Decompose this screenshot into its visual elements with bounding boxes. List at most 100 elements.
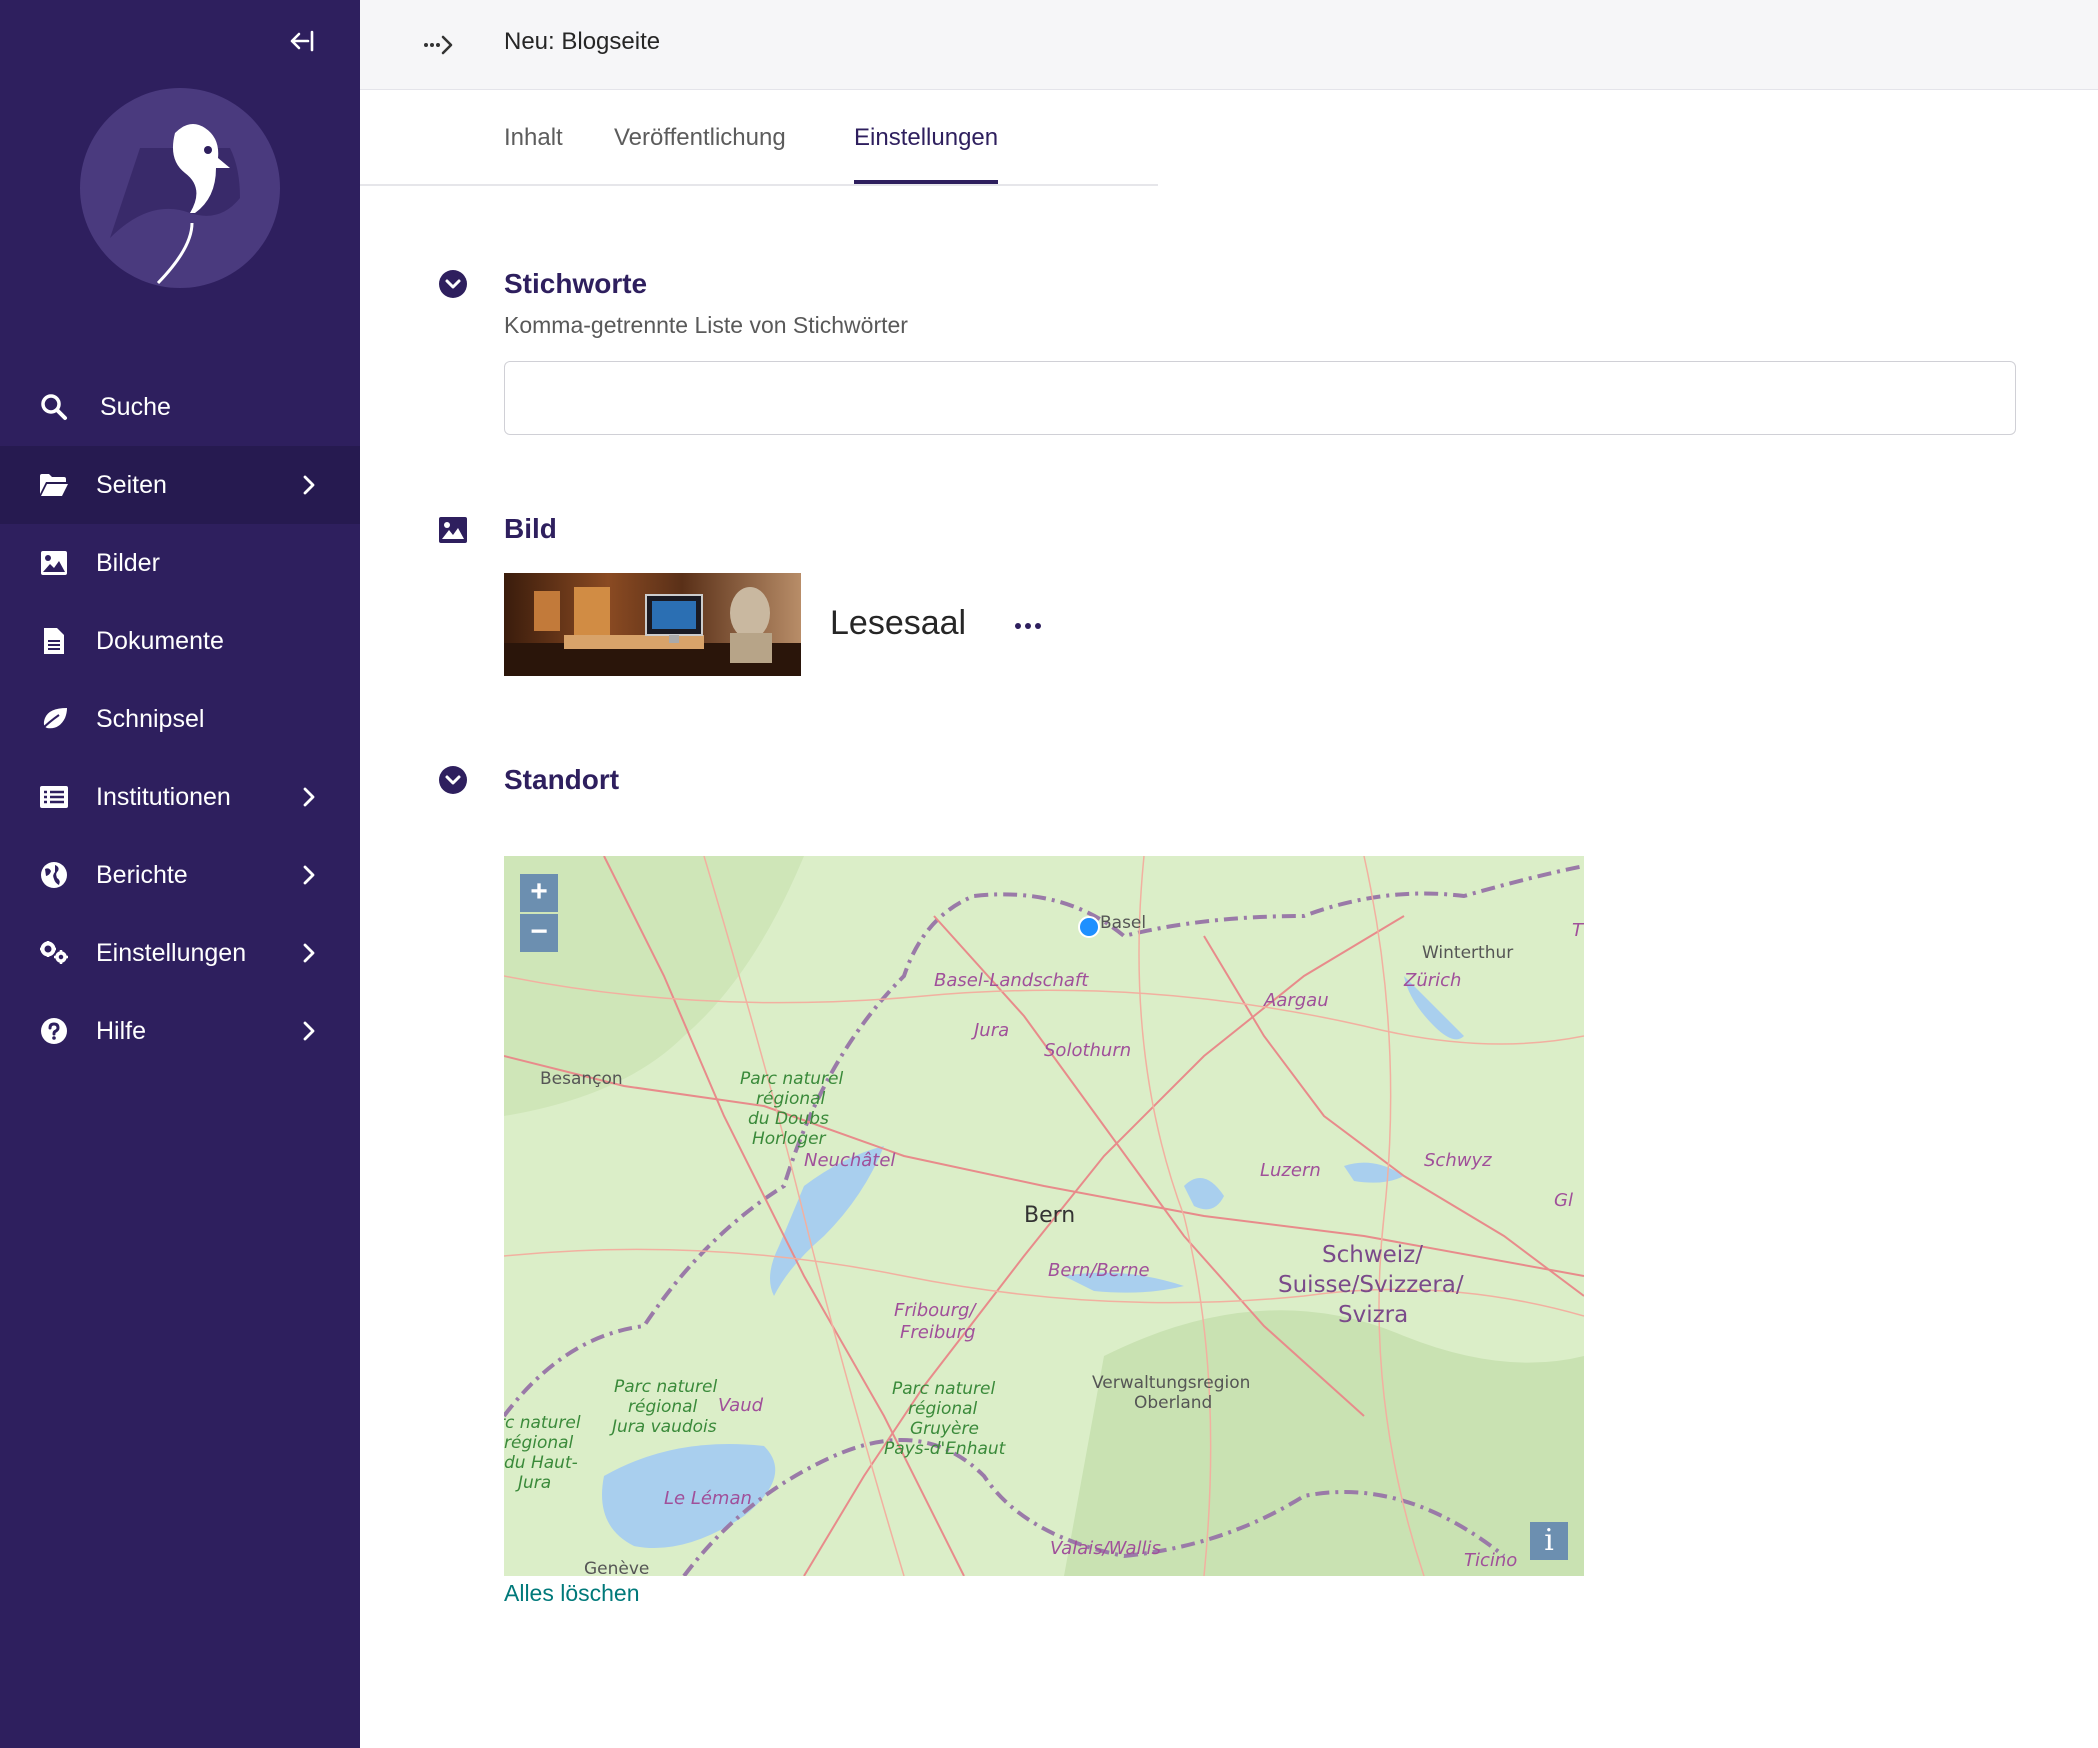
sidebar-item-help[interactable]: Hilfe: [0, 992, 360, 1070]
sidebar-item-label: Berichte: [96, 860, 188, 889]
breadcrumb-toggle-icon[interactable]: [422, 28, 462, 62]
map-label: Pays-d'Enhaut: [884, 1439, 1007, 1459]
collapse-sidebar-icon[interactable]: [280, 28, 320, 60]
sidebar-item-label: Dokumente: [96, 626, 224, 655]
leaf-icon: [38, 703, 70, 735]
map-label: Le Léman: [664, 1488, 752, 1509]
map-label: Neuchâtel: [804, 1150, 895, 1171]
map-label: Luzern: [1260, 1160, 1321, 1181]
sidebar-item-reports[interactable]: Berichte: [0, 836, 360, 914]
map-label: Zürich: [1403, 970, 1461, 991]
image-section-title: Bild: [504, 513, 557, 544]
clear-all-link[interactable]: Alles löschen: [504, 1580, 640, 1607]
image-icon: [438, 516, 468, 546]
page-header: Neu: Blogseite: [360, 0, 2098, 90]
sidebar-item-label: Suche: [100, 392, 171, 421]
sidebar-item-institutions[interactable]: Institutionen: [0, 758, 360, 836]
map-label: Basel: [1100, 913, 1146, 933]
tags-input[interactable]: [504, 361, 2016, 435]
search-icon: [38, 391, 70, 423]
map-label: Parc naturel: [740, 1069, 843, 1089]
map-label: régional: [628, 1397, 698, 1417]
map-label: Gl: [1554, 1190, 1573, 1211]
map-label: Parc naturel: [892, 1379, 995, 1399]
map-label: Valais/Wallis: [1050, 1538, 1161, 1559]
sidebar-item-label: Schnipsel: [96, 704, 205, 733]
main-nav: Suche Seiten Bilder Dokumente Schnipsel …: [0, 368, 360, 1070]
image-thumbnail[interactable]: [504, 573, 801, 676]
tab-content[interactable]: Inhalt: [504, 124, 563, 184]
map-label: T: [1572, 920, 1584, 941]
sidebar-item-label: Institutionen: [96, 782, 231, 811]
chevron-right-icon: [303, 475, 315, 495]
image-title: Lesesaal: [830, 604, 967, 642]
map-label: Bern/Berne: [1048, 1260, 1150, 1281]
tab-publishing[interactable]: Veröffentlichung: [614, 124, 786, 184]
map-label: rc naturel: [504, 1413, 581, 1433]
sidebar: Suche Seiten Bilder Dokumente Schnipsel …: [0, 0, 360, 1748]
location-section-title: Standort: [504, 764, 620, 795]
map-label: Parc naturel: [614, 1377, 717, 1397]
wagtail-logo[interactable]: [80, 88, 280, 288]
map-label: Aargau: [1263, 990, 1329, 1011]
map-label: Genève: [584, 1559, 649, 1576]
map-label: Freiburg: [900, 1322, 976, 1343]
sidebar-item-label: Seiten: [96, 470, 167, 499]
chevron-down-circle-icon[interactable]: [438, 269, 468, 299]
editor-tabs: Inhalt Veröffentlichung Einstellungen: [360, 90, 1158, 186]
map-label: Schwyz: [1424, 1150, 1492, 1171]
more-options-icon[interactable]: [1012, 610, 1044, 642]
map-label: Winterthur: [1422, 943, 1513, 963]
map-label: Svizra: [1338, 1302, 1408, 1328]
tags-help-text: Komma-getrennte Liste von Stichwörter: [504, 312, 908, 338]
page-title: Neu: Blogseite: [504, 28, 661, 55]
list-icon: [38, 781, 70, 813]
map-label: régional: [504, 1433, 574, 1453]
map-label: Jura: [971, 1020, 1009, 1041]
map-label: Jura: [515, 1473, 551, 1493]
map-label: Bern: [1024, 1203, 1075, 1228]
map-label: Horloger: [752, 1129, 827, 1149]
sidebar-item-search[interactable]: Suche: [0, 368, 360, 446]
sidebar-item-label: Hilfe: [96, 1016, 147, 1045]
sidebar-item-images[interactable]: Bilder: [0, 524, 360, 602]
chevron-right-icon: [303, 943, 315, 963]
map-label: Ticino: [1464, 1550, 1517, 1571]
map-label: Schweiz/: [1322, 1242, 1423, 1268]
map-label: Oberland: [1134, 1393, 1212, 1413]
sidebar-item-documents[interactable]: Dokumente: [0, 602, 360, 680]
sidebar-item-label: Einstellungen: [96, 938, 247, 967]
map-label: Solothurn: [1044, 1040, 1131, 1061]
map-label: régional: [908, 1399, 978, 1419]
map-label: du Haut-: [504, 1453, 578, 1473]
sidebar-item-settings[interactable]: Einstellungen: [0, 914, 360, 992]
map-label: Suisse/Svizzera/: [1278, 1272, 1464, 1298]
folder-open-icon: [38, 469, 70, 501]
location-map[interactable]: Basel-Landschaft Aargau Zürich Jura Solo…: [504, 856, 1584, 1576]
tab-settings[interactable]: Einstellungen: [854, 124, 999, 184]
globe-icon: [38, 859, 70, 891]
tags-section-title: Stichworte: [504, 268, 648, 299]
document-icon: [38, 625, 70, 657]
map-label: régional: [756, 1089, 826, 1109]
chevron-right-icon: [303, 1021, 315, 1041]
help-icon: [38, 1015, 70, 1047]
image-icon: [38, 547, 70, 579]
map-marker[interactable]: [1078, 916, 1100, 938]
map-info-button[interactable]: i: [1530, 1522, 1568, 1560]
map-label: Vaud: [718, 1395, 764, 1416]
map-label: Fribourg/: [894, 1300, 977, 1321]
sidebar-item-pages[interactable]: Seiten: [0, 446, 360, 524]
chevron-down-circle-icon[interactable]: [438, 765, 468, 795]
cogs-icon: [38, 937, 70, 969]
sidebar-item-snippets[interactable]: Schnipsel: [0, 680, 360, 758]
map-label: Besançon: [540, 1069, 623, 1089]
chevron-right-icon: [303, 865, 315, 885]
map-label: Jura vaudois: [609, 1417, 717, 1437]
map-label: Basel-Landschaft: [934, 970, 1089, 991]
chevron-right-icon: [303, 787, 315, 807]
map-zoom-out-button[interactable]: −: [520, 914, 558, 952]
sidebar-item-label: Bilder: [96, 548, 160, 577]
map-label: Gruyère: [910, 1419, 979, 1439]
map-zoom-in-button[interactable]: +: [520, 874, 558, 912]
